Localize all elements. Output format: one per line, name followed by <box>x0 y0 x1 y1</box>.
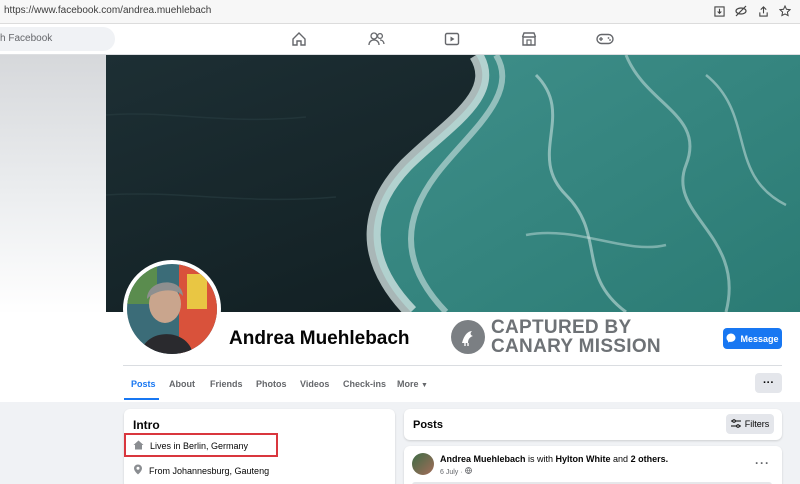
tab-about[interactable]: About <box>169 379 195 389</box>
tab-posts[interactable]: Posts <box>131 379 156 389</box>
post-tagged-user[interactable]: Hylton White <box>556 454 611 464</box>
from-prefix: From <box>149 465 173 476</box>
watermark-line-1: CAPTURED BY <box>491 317 632 338</box>
tab-videos[interactable]: Videos <box>300 379 329 389</box>
star-icon[interactable] <box>778 4 792 18</box>
post-card: Andrea Muehlebach is with Hylton White a… <box>404 446 782 484</box>
location-pin-icon <box>133 464 143 477</box>
tab-check-ins[interactable]: Check-ins <box>343 379 386 389</box>
browser-address-bar: https://www.facebook.com/andrea.muehleba… <box>0 0 800 24</box>
eye-off-icon[interactable] <box>734 4 748 18</box>
posts-header: Posts Filters <box>404 409 782 440</box>
post-and-text: and <box>610 454 631 464</box>
filters-label: Filters <box>744 419 770 429</box>
watch-icon[interactable] <box>443 30 461 48</box>
lives-prefix: Lives in <box>150 441 184 451</box>
canary-mission-watermark: CAPTURED BY CANARY MISSION <box>451 318 661 356</box>
marketplace-icon[interactable] <box>520 30 538 48</box>
address-url[interactable]: https://www.facebook.com/andrea.muehleba… <box>4 5 211 16</box>
left-background <box>0 55 106 315</box>
search-input[interactable]: h Facebook <box>0 27 115 51</box>
filters-button[interactable]: Filters <box>726 414 774 434</box>
facebook-top-nav: h Facebook <box>0 24 800 55</box>
share-icon[interactable] <box>756 4 770 18</box>
from-value[interactable]: Johannesburg, Gauteng <box>173 466 270 476</box>
message-button[interactable]: Message <box>723 328 782 349</box>
active-tab-indicator <box>124 398 159 400</box>
intro-from: From Johannesburg, Gauteng <box>133 464 269 477</box>
tab-more[interactable]: More ▼ <box>397 379 428 389</box>
profile-avatar[interactable] <box>123 260 221 358</box>
posts-title: Posts <box>413 419 443 431</box>
intro-lives-in: Lives in Berlin, Germany <box>133 440 248 452</box>
cover-photo[interactable] <box>106 55 800 312</box>
post-author[interactable]: Andrea Muehlebach <box>440 454 526 464</box>
more-options-button[interactable]: ··· <box>755 373 782 393</box>
gaming-icon[interactable] <box>596 30 614 48</box>
tab-photos[interactable]: Photos <box>256 379 287 389</box>
globe-icon <box>464 467 472 476</box>
intro-title: Intro <box>133 418 160 432</box>
post-author-avatar[interactable] <box>412 453 434 475</box>
profile-name: Andrea Muehlebach <box>229 328 410 349</box>
post-header-line: Andrea Muehlebach is with Hylton White a… <box>440 454 668 464</box>
tab-more-label: More <box>397 379 419 389</box>
friends-icon[interactable] <box>367 30 385 48</box>
message-button-label: Message <box>740 333 779 344</box>
install-icon[interactable] <box>712 4 726 18</box>
lives-value[interactable]: Berlin, Germany <box>183 441 248 451</box>
tab-friends[interactable]: Friends <box>210 379 243 389</box>
post-with-text: is with <box>525 454 556 464</box>
caret-down-icon: ▼ <box>421 382 428 389</box>
post-date-text: 6 July · <box>440 469 465 476</box>
post-date[interactable]: 6 July · <box>440 467 472 476</box>
page-left-white <box>0 312 106 402</box>
house-icon <box>133 440 144 452</box>
intro-card: Intro Lives in Berlin, Germany From Joha… <box>124 409 395 484</box>
home-icon[interactable] <box>290 30 308 48</box>
post-options-button[interactable]: ··· <box>755 456 770 470</box>
browser-actions <box>712 4 792 18</box>
messenger-icon <box>726 333 736 345</box>
canary-bird-icon <box>451 320 485 354</box>
post-others-link[interactable]: 2 others. <box>631 454 669 464</box>
watermark-line-2: CANARY MISSION <box>491 336 661 357</box>
filters-icon <box>730 418 741 430</box>
tabs-divider <box>123 365 782 366</box>
